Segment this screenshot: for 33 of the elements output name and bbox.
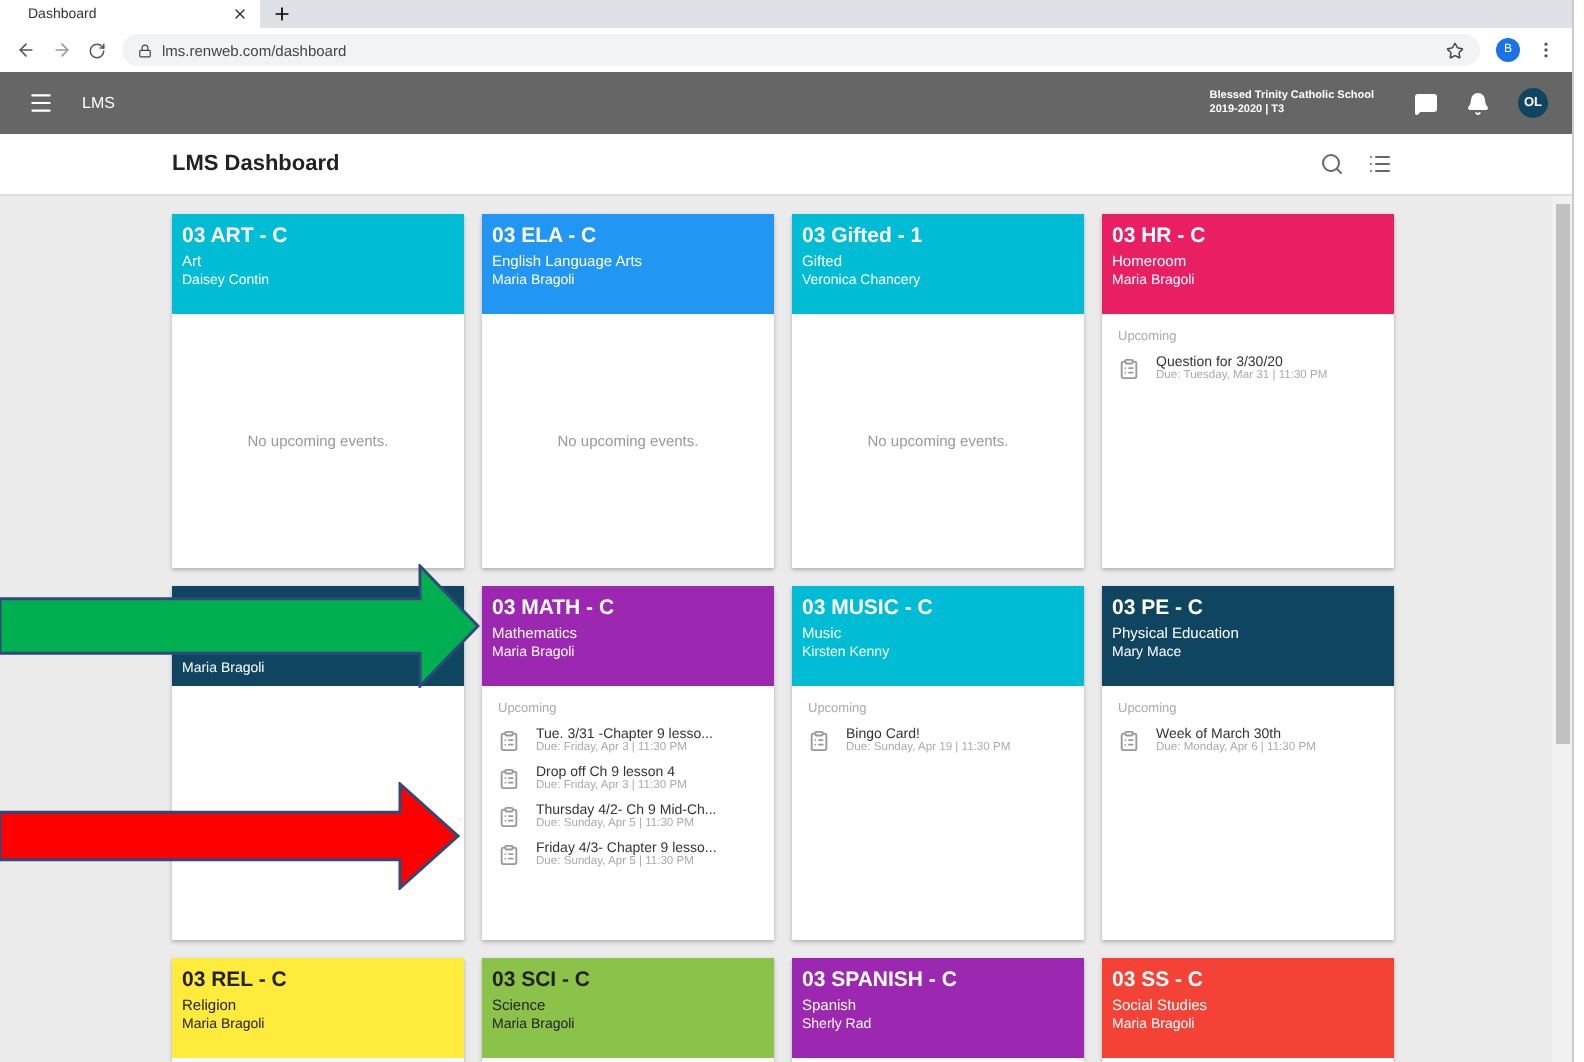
lock-icon: [138, 43, 152, 57]
bookmark-star-icon[interactable]: [1446, 41, 1464, 59]
close-icon[interactable]: [232, 6, 248, 22]
forward-icon[interactable]: [52, 40, 72, 60]
clipboard-icon: [808, 730, 830, 752]
message-icon[interactable]: [1414, 91, 1438, 115]
scrollbar[interactable]: [1552, 196, 1572, 1062]
course-code: 03 HR - C: [1112, 224, 1208, 248]
bell-icon[interactable]: [1466, 91, 1490, 115]
menu-icon[interactable]: [28, 90, 54, 116]
search-icon[interactable]: [1320, 152, 1344, 176]
course-code: 03 MUSIC - C: [802, 596, 935, 620]
clipboard-icon: [498, 768, 520, 790]
course-card[interactable]: [482, 586, 774, 940]
new-tab-icon[interactable]: [272, 4, 292, 24]
course-code: 03 SPANISH - C: [802, 968, 959, 992]
course-code: 03 MATH - C: [492, 596, 617, 620]
course-code: 03 Gifted - 1: [802, 224, 925, 248]
course-code: 03 PE - C: [1112, 596, 1206, 620]
clipboard-icon: [1118, 730, 1140, 752]
course-code: 03 SCI - C: [492, 968, 593, 992]
clipboard-icon: [498, 806, 520, 828]
reload-icon[interactable]: [88, 41, 106, 59]
clipboard-icon: [498, 844, 520, 866]
back-icon[interactable]: [16, 40, 36, 60]
page-title: LMS Dashboard: [172, 152, 342, 176]
course-code: 03 ART - C: [182, 224, 290, 248]
clipboard-icon: [1118, 358, 1140, 380]
course-code: 03 REL - C: [182, 968, 289, 992]
clipboard-icon: [498, 730, 520, 752]
course-code: 03 ELA - C: [492, 224, 599, 248]
course-code: 03 SS - C: [1112, 968, 1206, 992]
app-title: LMS: [82, 94, 117, 112]
